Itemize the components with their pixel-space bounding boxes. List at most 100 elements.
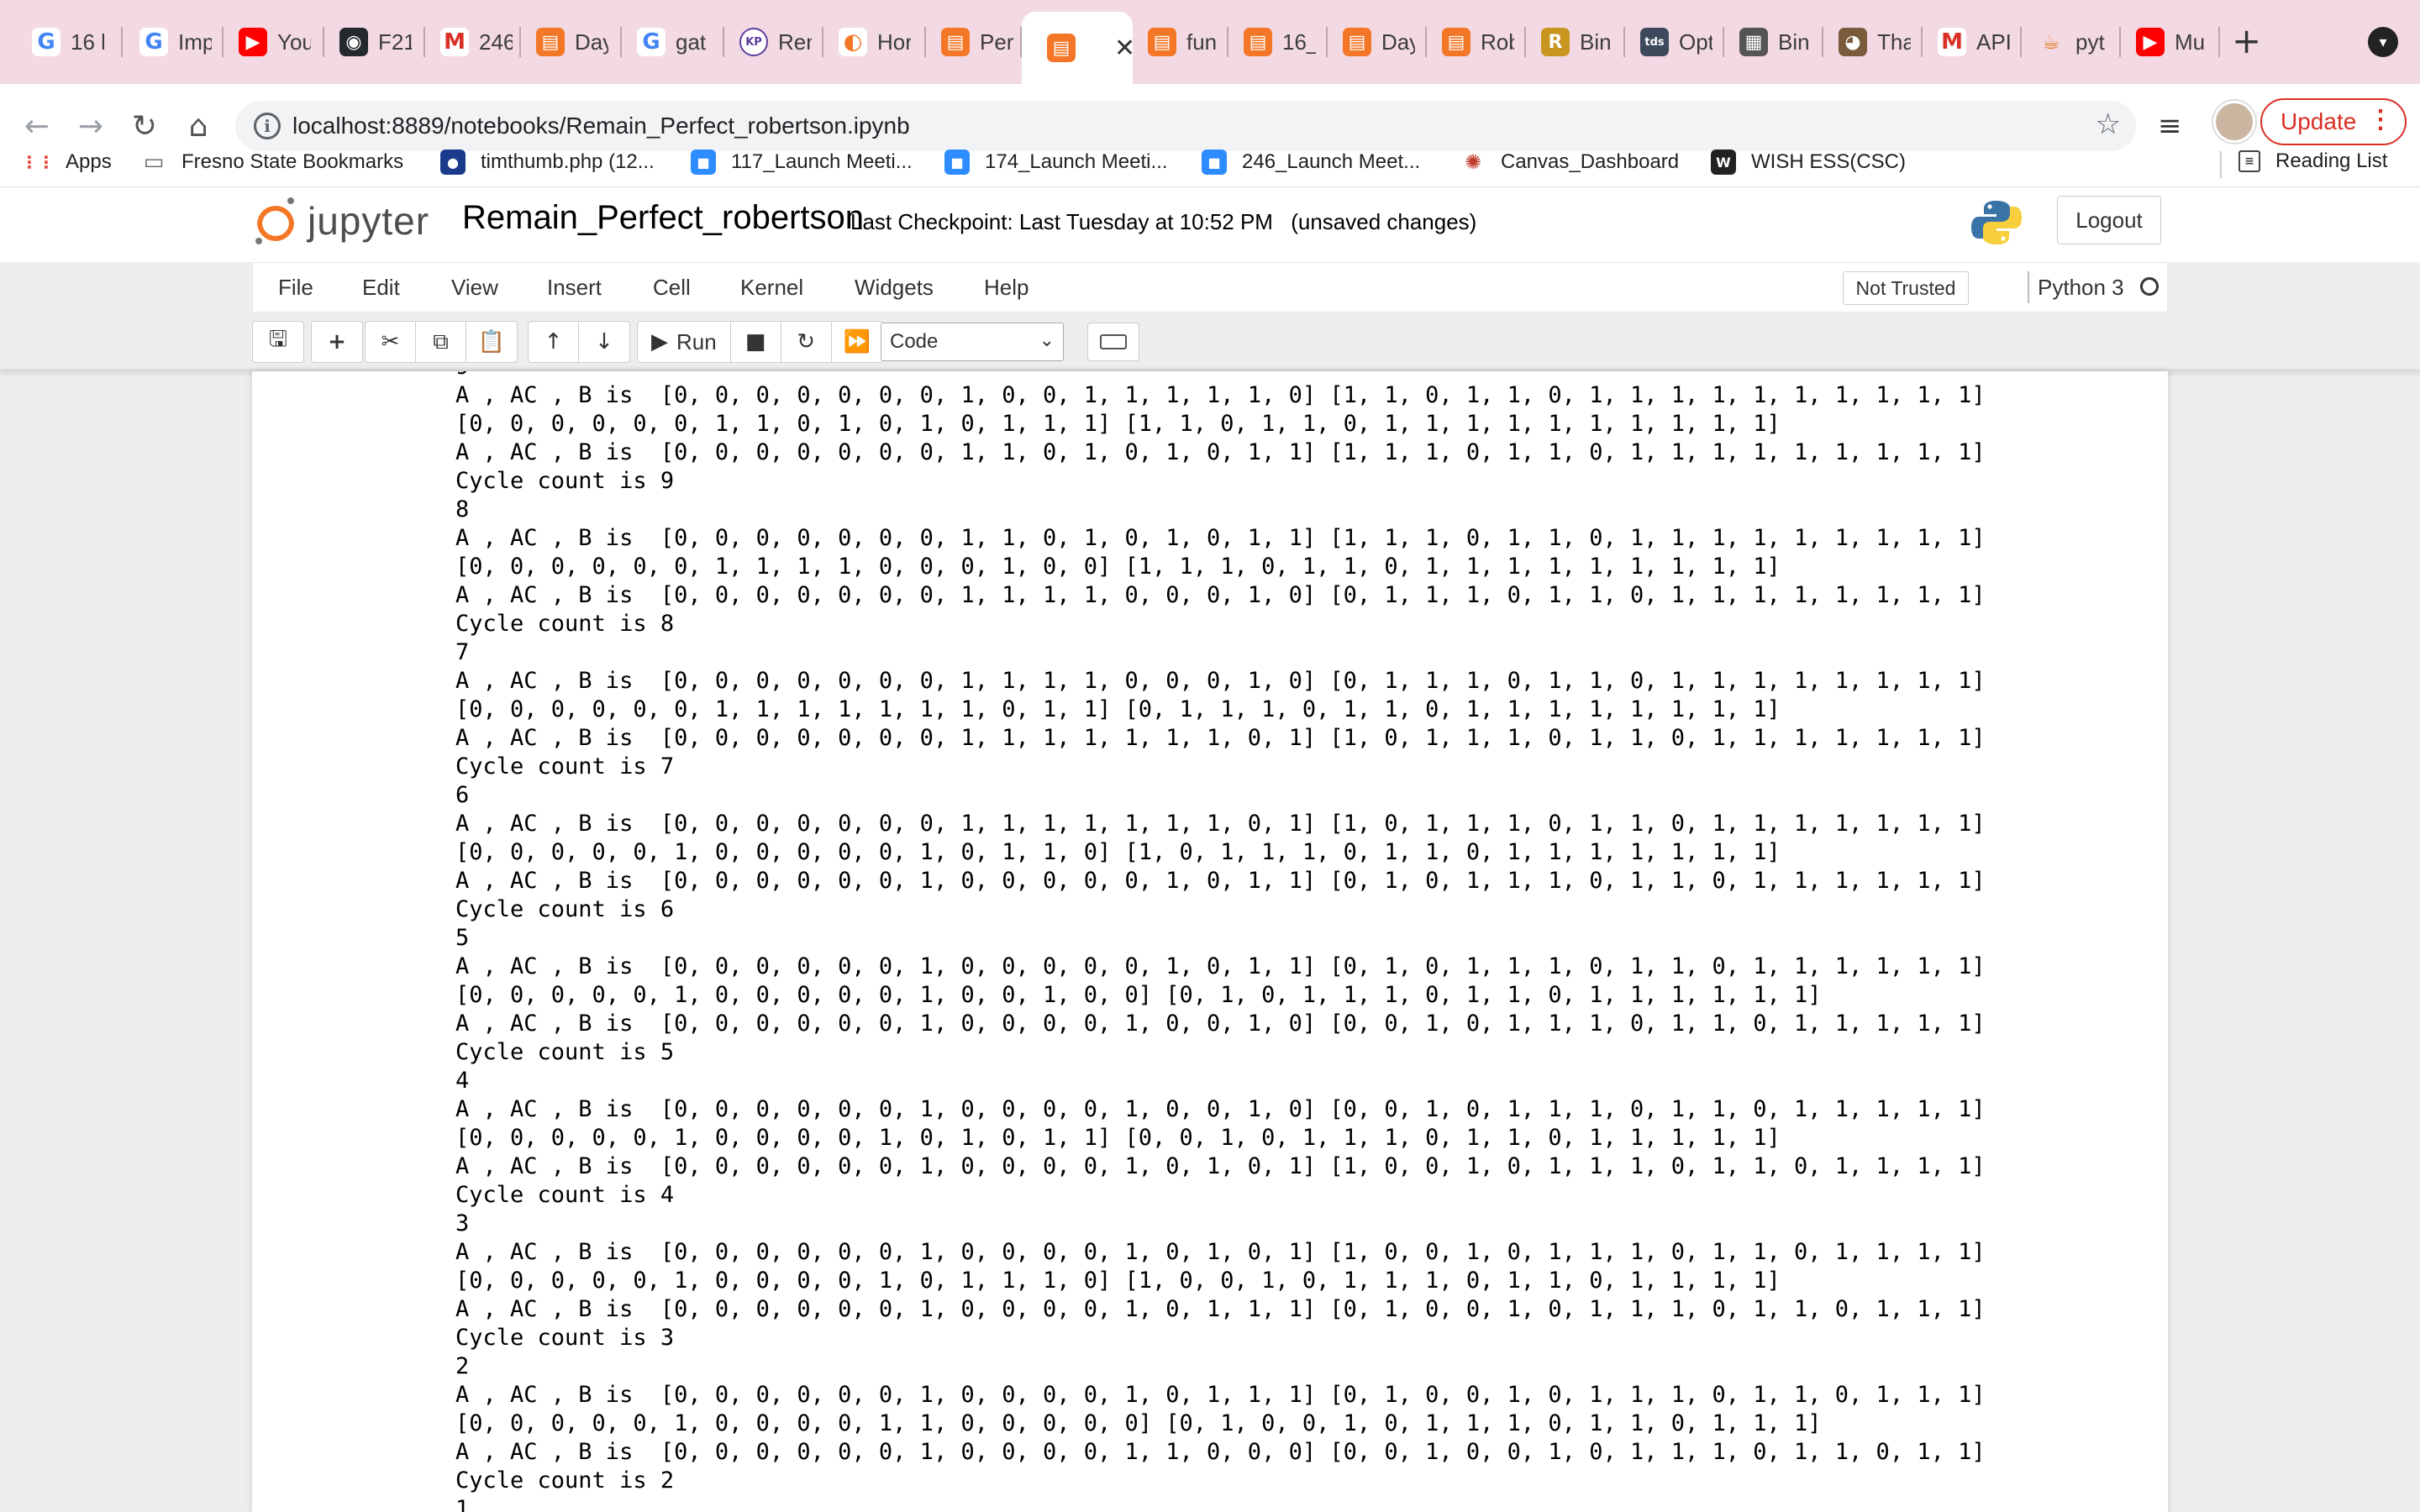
menu-insert[interactable]: Insert [547, 275, 602, 301]
tab[interactable]: ▤ Day [1328, 20, 1427, 64]
reading-list-button[interactable]: ≡ Reading List [2238, 150, 2387, 173]
globe-icon: ● [440, 150, 466, 175]
menu-widgets[interactable]: Widgets [855, 275, 934, 301]
tab-label: 246 [479, 29, 513, 55]
save-icon[interactable]: 🖫 [253, 322, 303, 362]
output-line: 8 [455, 496, 470, 522]
r-icon: R [1541, 28, 1570, 56]
menu-edit[interactable]: Edit [362, 275, 400, 301]
jupyter-icon: ◐ [839, 28, 867, 56]
url-path: :8889/notebooks/Remain_Perfect_robertson… [385, 113, 910, 139]
tab[interactable]: tds Opt [1625, 20, 1724, 64]
jupyter-book-icon: ▤ [1442, 28, 1470, 56]
bookmark-label: 117_Launch Meeti... [731, 150, 913, 173]
url-text[interactable]: localhost:8889/notebooks/Remain_Perfect_… [292, 113, 910, 139]
restart-icon[interactable]: ↻ [781, 322, 832, 362]
move-down-icon[interactable]: ↓ [579, 322, 629, 362]
menu-view[interactable]: View [451, 275, 498, 301]
tab[interactable]: KP Ren [724, 20, 823, 64]
tab[interactable]: ▤ Per [926, 20, 1022, 64]
jupyter-logo[interactable]: jupyter [255, 197, 429, 244]
output-line: A , AC , B is [0, 0, 0, 0, 0, 0, 0, 1, 1… [455, 811, 1986, 837]
run-button[interactable]: ▶ Run [638, 322, 731, 362]
profile-avatar[interactable] [2213, 101, 2255, 143]
new-tab-button[interactable]: + [2232, 22, 2261, 60]
tab-label: Bin [1778, 29, 1810, 55]
tab[interactable]: G 16 b [17, 20, 123, 64]
menu-dots-icon[interactable]: ⋮ [2368, 105, 2393, 134]
bookmark-item[interactable]: ⋮⋮ Apps [21, 150, 112, 175]
tab[interactable]: Ggat [622, 20, 724, 64]
bookmark-item[interactable]: ✺ Canvas_Dashboard [1460, 150, 1679, 175]
tab[interactable]: M 246 [425, 20, 521, 64]
tab[interactable]: G Imp [124, 20, 224, 64]
browser-toolbar: ← → ↻ ⌂ i localhost:8889/notebooks/Remai… [0, 84, 2420, 202]
tab-label: Per [980, 29, 1013, 55]
bookmark-item[interactable]: ■ 117_Launch Meeti... [691, 150, 913, 175]
kernel-name[interactable]: Python 3 [2038, 275, 2124, 301]
cut-icon[interactable]: ✂ [366, 322, 416, 362]
stop-icon[interactable]: ■ [731, 322, 781, 362]
jupyter-book-icon: ▤ [941, 28, 970, 56]
menu-file[interactable]: File [278, 275, 313, 301]
tab[interactable]: ▦ Bin [1724, 20, 1823, 64]
copy-icon[interactable]: ⧉ [416, 322, 466, 362]
bookmark-item[interactable]: ■ 246_Launch Meet... [1202, 150, 1420, 175]
play-icon: ▶ [651, 329, 668, 354]
paste-icon[interactable]: 📋 [466, 322, 517, 362]
jupyter-book-icon: ▤ [536, 28, 565, 56]
tab-search-icon[interactable]: ▾ [2368, 27, 2398, 57]
fast-forward-icon[interactable]: ⏩ [832, 322, 882, 362]
cell-type-select[interactable]: Code ⌄ [881, 323, 1064, 361]
update-button[interactable]: Update ⋮ [2260, 98, 2407, 145]
bookmark-item[interactable]: ● timthumb.php (12... [440, 150, 655, 175]
bookmark-item[interactable]: ▭ Fresno State Bookmarks [141, 150, 403, 175]
tds-icon: tds [1640, 28, 1669, 56]
keyboard-shortcuts-button[interactable] [1087, 323, 1139, 361]
insert-cell-icon[interactable]: + [312, 322, 362, 362]
bookmark-item[interactable]: W WISH ESS(CSC) [1711, 150, 1906, 175]
bookmark-item[interactable]: ■ 174_Launch Meeti... [944, 150, 1168, 175]
tab[interactable]: ▤ fun [1133, 20, 1228, 64]
close-tab-icon[interactable]: ✕ [1114, 34, 1133, 63]
output-line: Cycle count is 2 [455, 1467, 675, 1494]
menu-help[interactable]: Help [984, 275, 1028, 301]
youtube-icon: ▶ [2136, 28, 2165, 56]
menu-cell[interactable]: Cell [653, 275, 691, 301]
tab[interactable]: ▤ 16_ [1228, 20, 1328, 64]
logout-button[interactable]: Logout [2057, 196, 2161, 244]
run-label: Run [676, 328, 717, 354]
tab[interactable]: ◕ Tha [1823, 20, 1923, 64]
tab[interactable]: ◐ Hor [823, 20, 926, 64]
notebook-title[interactable]: Remain_Perfect_robertson [462, 199, 864, 237]
media-control-icon[interactable]: ≡ [2158, 109, 2182, 143]
output-line: A , AC , B is [0, 0, 0, 0, 0, 0, 1, 0, 0… [455, 1296, 1986, 1322]
output-line: Cycle count is 6 [455, 896, 675, 922]
tab[interactable]: ▤ Day [521, 20, 622, 64]
bookmark-label: WISH ESS(CSC) [1751, 150, 1907, 173]
apps-grid-icon: ⋮⋮ [21, 152, 55, 172]
tab[interactable]: ▶ You [224, 20, 324, 64]
output-line: [0, 0, 0, 0, 0, 0, 1, 1, 0, 1, 0, 1, 0, … [455, 411, 1781, 437]
output-line: 7 [455, 639, 470, 665]
tab[interactable]: ☕ pyt [2022, 20, 2121, 64]
tab-active[interactable]: ▤ ✕ [1022, 12, 1133, 84]
run-group: ▶ Run ■ ↻ ⏩ [637, 321, 883, 363]
output-line: A , AC , B is [0, 0, 0, 0, 0, 0, 1, 0, 0… [455, 953, 1986, 979]
menu-kernel[interactable]: Kernel [740, 275, 803, 301]
tab[interactable]: ◉ F21 [324, 20, 425, 64]
tab[interactable]: ▤ Rob [1427, 20, 1526, 64]
checkpoint-status: Last Checkpoint: Last Tuesday at 10:52 P… [850, 209, 1476, 235]
move-up-icon[interactable]: ↑ [529, 322, 579, 362]
site-info-icon[interactable]: i [254, 113, 281, 139]
google-icon: G [139, 28, 168, 56]
bookmark-star-icon[interactable]: ☆ [2096, 108, 2121, 141]
python-logo-icon [1971, 201, 2022, 244]
output-line: 4 [455, 1068, 470, 1094]
tab[interactable]: R Bin [1526, 20, 1625, 64]
tab[interactable]: M API [1923, 20, 2022, 64]
zoom-icon: ■ [1202, 150, 1227, 175]
tab[interactable]: ▶ Mu [2121, 20, 2220, 64]
output-line: 2 [455, 1353, 470, 1379]
not-trusted-button[interactable]: Not Trusted [1843, 271, 1969, 305]
